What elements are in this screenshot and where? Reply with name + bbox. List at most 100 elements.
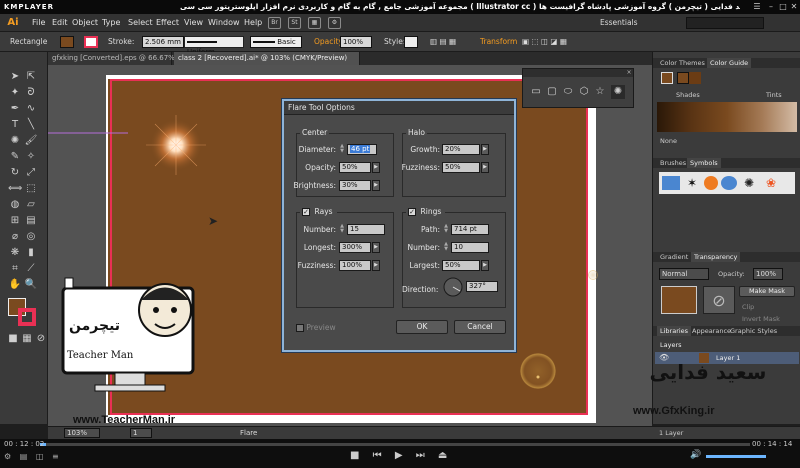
shape-builder-tool-icon[interactable]: ◍ — [8, 198, 22, 212]
opacity-field[interactable]: 100% — [340, 36, 372, 48]
panel-header[interactable] — [523, 69, 633, 77]
path-stepper[interactable]: ▲ ▼ — [443, 224, 449, 235]
direction-field[interactable]: 327° — [466, 281, 498, 292]
isolate-icons[interactable]: ▣ ⬚ ◫ ◪ ▦ — [522, 32, 567, 52]
tab-gfxking-eps[interactable]: gfxking [Converted].eps @ 66.67% (RGB/Pr… — [48, 52, 227, 65]
mask-thumbnail[interactable]: ⊘ — [703, 286, 735, 314]
direction-dial[interactable] — [442, 276, 464, 298]
flare-tool-icon[interactable]: ✺ — [8, 134, 22, 148]
zoom-tool-icon[interactable]: 🔍 — [24, 278, 38, 292]
rays-checkbox[interactable]: ✓ — [302, 207, 310, 216]
maximize-icon[interactable]: □ — [778, 2, 788, 12]
transform-link[interactable]: Transform — [480, 32, 517, 52]
menu-effect[interactable]: Effect — [156, 14, 179, 32]
largest-field[interactable]: 50% — [442, 260, 480, 271]
width-tool-icon[interactable]: ⟺ — [8, 182, 22, 196]
pencil-tool-icon[interactable]: ✎ — [8, 150, 22, 164]
stroke-color-box[interactable] — [18, 308, 36, 326]
hand-tool-icon[interactable]: ✋ — [8, 278, 22, 292]
transparency-opacity-field[interactable]: 100% — [753, 268, 783, 280]
symbol-item[interactable] — [704, 176, 718, 190]
blend-mode-select[interactable]: Normal — [659, 268, 709, 280]
artboard-navigator[interactable]: 1 — [130, 428, 152, 438]
pen-tool-icon[interactable]: ✒ — [8, 102, 22, 116]
symbols-grid[interactable]: ✶ ✺ ❀ — [659, 172, 795, 194]
3d-icon[interactable]: ◫ — [36, 452, 44, 461]
base-color-swatch[interactable] — [661, 72, 673, 84]
play-icon[interactable]: ▶ — [395, 450, 403, 461]
largest-slider-button[interactable]: ▶ — [481, 260, 489, 271]
gradient-tool-icon[interactable]: ▤ — [24, 214, 38, 228]
flare-tool-icon[interactable]: ✺ — [611, 85, 625, 99]
menu-file[interactable]: File — [32, 14, 45, 32]
symbol-item[interactable]: ✶ — [684, 176, 700, 190]
shaper-tool-icon[interactable]: ✧ — [24, 150, 38, 164]
type-tool-icon[interactable]: T — [8, 118, 22, 132]
seek-bar[interactable] — [40, 443, 750, 446]
close-icon[interactable]: × — [625, 69, 633, 77]
paintbrush-tool-icon[interactable]: 🖌 — [24, 134, 38, 148]
tab-libraries[interactable]: Libraries — [657, 326, 692, 336]
workspace-switcher[interactable]: Essentials — [600, 17, 670, 29]
current-tool-status[interactable]: Flare — [240, 427, 257, 439]
menu-view[interactable]: View — [184, 14, 203, 32]
object-thumbnail[interactable] — [661, 286, 697, 314]
center-opacity-field[interactable]: 50% — [339, 162, 371, 173]
menu-type[interactable]: Type — [102, 14, 120, 32]
volume-icon[interactable]: 🔊 — [690, 450, 701, 460]
next-icon[interactable]: ⏭ — [416, 450, 425, 461]
color-guide-variations[interactable] — [657, 102, 797, 132]
brightness-slider-button[interactable]: ▶ — [372, 180, 380, 191]
menu-icon[interactable]: ☰ — [752, 2, 762, 12]
scale-tool-icon[interactable]: ⤢ — [24, 166, 38, 180]
diameter-field[interactable]: 46 pt — [347, 144, 377, 155]
stroke-swatch[interactable] — [84, 36, 98, 48]
harmony-swatch-2[interactable] — [689, 72, 701, 84]
rays-fuzziness-slider-button[interactable]: ▶ — [372, 260, 380, 271]
tab-brushes[interactable]: Brushes — [657, 158, 689, 168]
longest-field[interactable]: 300% — [339, 242, 371, 253]
stop-icon[interactable]: ■ — [350, 450, 359, 461]
rays-fuzziness-field[interactable]: 100% — [339, 260, 371, 271]
star-tool-icon[interactable]: ☆ — [593, 85, 607, 99]
minimize-icon[interactable]: – — [766, 2, 776, 12]
rotate-tool-icon[interactable]: ↻ — [8, 166, 22, 180]
rays-number-stepper[interactable]: ▲ ▼ — [339, 224, 345, 235]
previous-icon[interactable]: ⏮ — [373, 450, 382, 461]
direct-selection-tool-icon[interactable]: ⇱ — [24, 70, 38, 84]
rectangle-tool-icon[interactable]: ▭ — [529, 85, 543, 99]
tab-symbols[interactable]: Symbols — [687, 158, 721, 168]
rings-number-field[interactable]: 10 — [451, 242, 489, 253]
tab-class2-ai[interactable]: class 2 [Recovered].ai* @ 103% (CMYK/Pre… — [174, 52, 360, 65]
invert-mask-checkbox[interactable]: Invert Mask — [739, 314, 783, 324]
none-mode-icon[interactable]: ⊘ — [34, 332, 48, 346]
polygon-tool-icon[interactable]: ⬡ — [577, 85, 591, 99]
growth-slider-button[interactable]: ▶ — [481, 144, 489, 155]
menu-window[interactable]: Window — [208, 14, 240, 32]
arrange-documents-icon[interactable]: ▦ — [308, 17, 321, 29]
layers-panel-title[interactable]: Layers — [657, 340, 685, 350]
free-transform-tool-icon[interactable]: ⬚ — [24, 182, 38, 196]
tab-color-guide[interactable]: Color Guide — [707, 58, 752, 68]
growth-field[interactable]: 20% — [442, 144, 480, 155]
selection-tool-icon[interactable]: ➤ — [8, 70, 22, 84]
stroke-weight-field[interactable]: 2.506 mm — [142, 36, 184, 48]
artboard-tool-icon[interactable]: ⌗ — [8, 262, 22, 276]
close-icon[interactable]: ✕ — [789, 2, 799, 12]
menu-object[interactable]: Object — [72, 14, 98, 32]
equalizer-icon[interactable]: ≡ — [52, 452, 59, 461]
symbol-item[interactable]: ❀ — [763, 176, 779, 190]
diameter-stepper[interactable]: ▲ ▼ — [339, 144, 345, 155]
cancel-button[interactable]: Cancel — [454, 320, 506, 334]
clip-checkbox[interactable]: Clip — [739, 302, 757, 312]
search-stock-input[interactable] — [686, 17, 764, 29]
stock-icon[interactable]: St — [288, 17, 301, 29]
graphic-style-swatch[interactable] — [404, 36, 418, 48]
rounded-rectangle-tool-icon[interactable]: ▢ — [545, 85, 559, 99]
curvature-tool-icon[interactable]: ∿ — [24, 102, 38, 116]
lasso-tool-icon[interactable]: ᘐ — [24, 86, 38, 100]
tab-gradient[interactable]: Gradient — [657, 252, 691, 262]
rays-number-field[interactable]: 15 — [347, 224, 385, 235]
menu-edit[interactable]: Edit — [52, 14, 68, 32]
gradient-mode-icon[interactable]: ▦ — [20, 332, 34, 346]
